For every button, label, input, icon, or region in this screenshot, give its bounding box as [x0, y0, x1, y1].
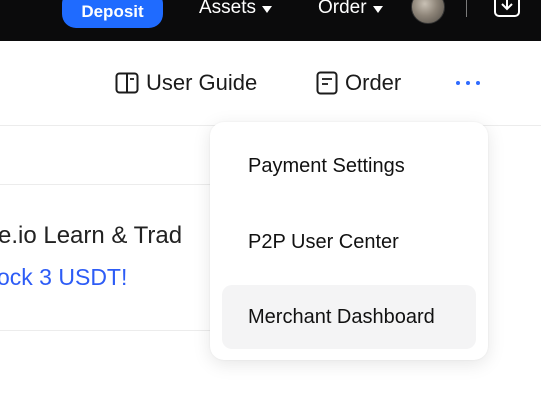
nav-divider [466, 0, 467, 17]
more-dropdown-menu: Payment Settings P2P User Center Merchan… [210, 122, 488, 360]
content-divider [0, 330, 230, 331]
assets-label: Assets [199, 0, 257, 18]
menu-item-merchant-dashboard[interactable]: Merchant Dashboard [222, 285, 476, 349]
promo-link[interactable]: ock 3 USDT! [0, 264, 127, 291]
promo-title: e.io Learn & Trad [0, 222, 183, 249]
content-divider [0, 184, 230, 185]
top-nav-bar: Deposit Assets Order [0, 0, 541, 41]
order-label: Order [345, 70, 402, 95]
download-icon[interactable] [493, 0, 521, 20]
caret-down-icon [372, 5, 383, 13]
document-icon [316, 71, 338, 95]
more-horizontal-icon[interactable] [456, 79, 484, 87]
order-link[interactable]: Order [316, 68, 401, 98]
avatar[interactable] [411, 0, 445, 24]
book-icon [115, 72, 139, 94]
menu-item-p2p-user-center[interactable]: P2P User Center [222, 210, 476, 274]
caret-down-icon [262, 5, 273, 13]
deposit-button[interactable]: Deposit [62, 0, 163, 28]
assets-menu[interactable]: Assets [199, 0, 273, 20]
user-guide-label: User Guide [146, 70, 258, 95]
order-label: Order [318, 0, 367, 18]
sub-header: User Guide Order [0, 41, 541, 126]
order-menu[interactable]: Order [318, 0, 383, 20]
user-guide-link[interactable]: User Guide [115, 68, 257, 98]
menu-item-payment-settings[interactable]: Payment Settings [222, 134, 476, 198]
